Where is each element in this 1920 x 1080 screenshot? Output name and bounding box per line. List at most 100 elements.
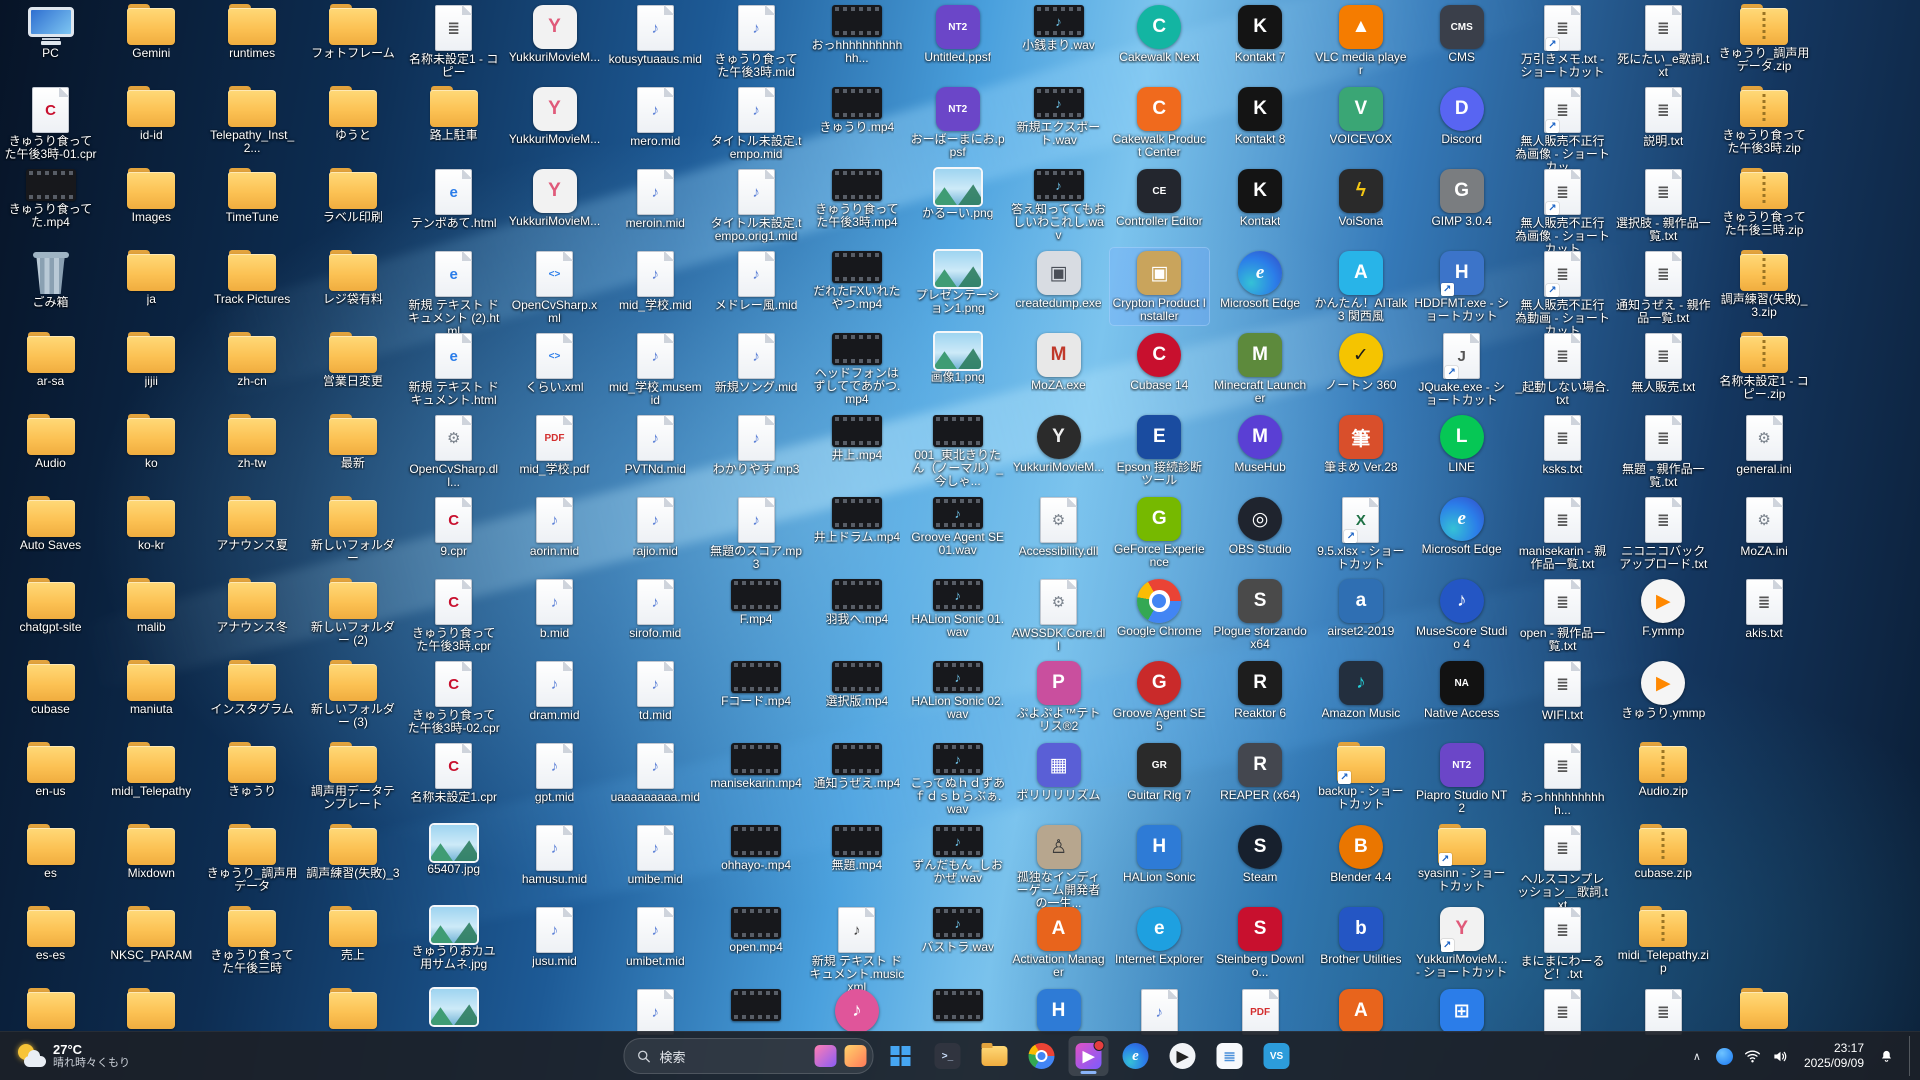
desktop-icon[interactable]: ♪ 無題のスコア.mp3 [707,494,806,573]
desktop-icon[interactable]: ⚙ MoZA.ini [1715,494,1814,560]
desktop-icon[interactable]: 画像1.png [908,330,1007,386]
desktop-icon[interactable] [1,986,100,1033]
desktop-icon[interactable]: midi_Telepathy [102,740,201,800]
desktop-icon[interactable]: G GIMP 3.0.4 [1412,166,1511,230]
desktop-icon[interactable]: ≣ まにまにわーるど！.txt [1513,904,1612,983]
desktop-icon[interactable]: ≣ ↗ 万引きメモ.txt - ショートカット [1513,2,1612,81]
desktop-icon[interactable]: アナウンス冬 [203,576,302,636]
desktop-icon[interactable]: PDF mid_学校.pdf [505,412,604,478]
desktop-icon[interactable]: ♪ jusu.mid [505,904,604,970]
desktop-icon[interactable]: Audio [1,412,100,472]
desktop-icon[interactable]: インスタグラム [203,658,302,718]
desktop-icon[interactable]: 新しいフォルダー (3) [303,658,402,731]
desktop-icon[interactable]: ⚙ AWSSDK.Core.dll [1009,576,1108,655]
desktop-icon[interactable]: M Minecraft Launcher [1211,330,1310,407]
desktop-icon[interactable] [404,986,503,1029]
desktop-icon[interactable]: maniuta [102,658,201,718]
desktop-icon[interactable]: X ↗ 9.5.xlsx - ショートカット [1311,494,1410,573]
desktop-icon[interactable] [707,986,806,1025]
desktop-icon[interactable]: ≣ akis.txt [1715,576,1814,642]
desktop-icon[interactable]: Telepathy_Inst_2... [203,84,302,157]
desktop-icon[interactable]: ko [102,412,201,472]
desktop-icon[interactable]: フォトフレーム [303,2,402,62]
desktop-icon[interactable]: C きゅうり食ってた午後3時-02.cpr [404,658,503,737]
desktop-icon[interactable]: NA Native Access [1412,658,1511,722]
desktop-icon[interactable]: 選択版.mp4 [807,658,906,710]
desktop-icon[interactable]: NT2 Piapro Studio NT2 [1412,740,1511,817]
desktop-icon[interactable]: H [1009,986,1108,1037]
desktop-icon[interactable]: きゅうり_調声用データ [203,822,302,895]
desktop-icon[interactable]: ≣ 選択肢 - 親作品一覧.txt [1614,166,1713,245]
desktop-icon[interactable]: PC [1,2,100,62]
desktop-icon[interactable]: Y YukkuriMovieM... [1009,412,1108,476]
desktop-icon[interactable]: C きゅうり食ってた午後3時-01.cpr [1,84,100,163]
desktop-icon[interactable]: ♪ バストラ.wav [908,904,1007,956]
desktop-icon[interactable]: C きゅうり食ってた午後3時.cpr [404,576,503,655]
desktop-icon[interactable]: manisekarin.mp4 [707,740,806,792]
hidden-icons-chevron-icon[interactable]: ∧ [1689,1046,1705,1067]
desktop-icon[interactable]: b Brother Utilities [1311,904,1410,968]
desktop-icon[interactable]: 新しいフォルダー (2) [303,576,402,649]
notification-bell-icon[interactable] [1879,1049,1894,1064]
desktop-icon[interactable]: ≣ open - 親作品一覧.txt [1513,576,1612,655]
desktop-icon[interactable]: NT2 おーばーまにお.ppsf [908,84,1007,161]
desktop-icon[interactable]: ♪ Amazon Music [1311,658,1410,722]
desktop-icon[interactable]: Mixdown [102,822,201,882]
desktop-icon[interactable]: CE Controller Editor [1110,166,1209,230]
desktop-icon[interactable]: ♪ わかりやす.mp3 [707,412,806,478]
desktop-icon[interactable]: ♪ aorin.mid [505,494,604,560]
desktop-icon[interactable]: Gemini [102,2,201,62]
desktop-icon[interactable]: ≣ おっhhhhhhhhhh... [1513,740,1612,819]
desktop-icon[interactable]: ar-sa [1,330,100,390]
desktop-icon[interactable]: 売上 [303,904,402,964]
show-desktop-button[interactable] [1909,1036,1914,1076]
desktop-icon[interactable]: ≣ _起動しない場合.txt [1513,330,1612,409]
desktop-icon[interactable]: きゅうりおカユ用サムネ.jpg [404,904,503,973]
desktop-icon[interactable]: ♪ dram.mid [505,658,604,724]
desktop-icon[interactable]: 営業日変更 [303,330,402,390]
desktop-icon[interactable]: ≣ ↗ 無人販売不正行為動画 - ショートカット [1513,248,1612,340]
desktop-icon[interactable]: S Steam [1211,822,1310,886]
desktop-icon[interactable]: malib [102,576,201,636]
desktop-icon[interactable]: K Kontakt 7 [1211,2,1310,66]
desktop-icon[interactable]: ♪ mero.mid [606,84,705,150]
desktop-icon[interactable]: M MuseHub [1211,412,1310,476]
desktop-icon[interactable]: Y YukkuriMovieM... [505,2,604,66]
desktop-icon[interactable]: ohhayo-.mp4 [707,822,806,874]
desktop-icon[interactable]: かるーい.png [908,166,1007,222]
desktop-icon[interactable]: おっhhhhhhhhhhhh... [807,2,906,67]
desktop-icon[interactable]: ♪ meroin.mid [606,166,705,232]
desktop-icon[interactable]: Audio.zip [1614,740,1713,800]
desktop-icon[interactable]: ≣ 名称未設定1 - コピー [404,2,503,81]
desktop-icon[interactable]: きゅうり食ってた午後3時.zip [1715,84,1814,157]
desktop-icon[interactable]: NT2 Untitled.ppsf [908,2,1007,66]
desktop-icon[interactable] [303,986,402,1033]
desktop-icon[interactable]: きゅうり.mp4 [807,84,906,136]
desktop-icon[interactable]: e Microsoft Edge [1412,494,1511,558]
desktop-icon[interactable]: レジ袋有料 [303,248,402,308]
desktop-icon[interactable]: ♪ uaaaaaaaaa.mid [606,740,705,806]
desktop-icon[interactable]: ヘッドフォンはずしてであがつ.mp4 [807,330,906,408]
desktop-icon[interactable]: cubase [1,658,100,718]
desktop-icon[interactable]: C 名称未設定1.cpr [404,740,503,806]
desktop-icon[interactable]: きゅうり食ってた午後三時.zip [1715,166,1814,239]
desktop-icon[interactable]: プレゼンテーション1.png [908,248,1007,317]
desktop-icon[interactable]: ▣ Crypton Product Installer [1108,247,1210,326]
desktop-icon[interactable]: S Steinberg Downlo... [1211,904,1310,981]
desktop-icon[interactable]: C Cakewalk Next [1110,2,1209,66]
desktop-icon[interactable]: K Kontakt 8 [1211,84,1310,148]
desktop-icon[interactable]: e Microsoft Edge [1211,248,1310,312]
edge-app[interactable]: e [1116,1036,1156,1076]
desktop-icon[interactable]: きゅうり食ってた.mp4 [1,166,100,231]
desktop-icon[interactable]: ♪ タイトル未設定.tempo.mid [707,84,806,163]
desktop-icon[interactable]: C 9.cpr [404,494,503,560]
desktop-icon[interactable]: 名称未設定1 - コピー.zip [1715,330,1814,403]
desktop-icon[interactable]: ♪ HALion Sonic 02.wav [908,658,1007,723]
desktop-icon[interactable]: ⚙ Accessibility.dll [1009,494,1108,560]
desktop-icon[interactable]: ⊞ [1412,986,1511,1037]
desktop-icon[interactable]: ♪ mid_学校.musemid [606,330,705,409]
desktop-icon[interactable]: L LINE [1412,412,1511,476]
desktop-icon[interactable] [1715,986,1814,1033]
desktop-icon[interactable]: E Epson 接続診断ツール [1110,412,1209,489]
notepad-app[interactable]: ≣ [1210,1036,1250,1076]
